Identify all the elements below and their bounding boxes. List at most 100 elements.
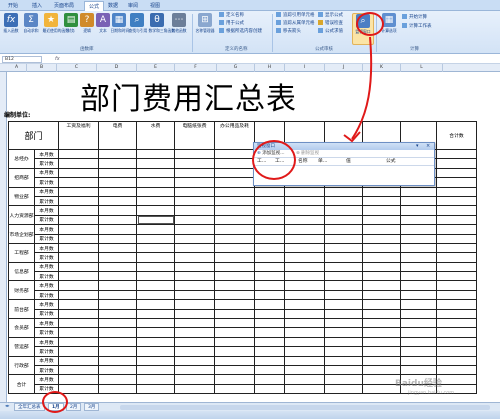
watch-col-formula[interactable]: 公式 bbox=[386, 158, 396, 166]
period-label[interactable]: 本月数 bbox=[34, 186, 59, 197]
data-cell[interactable] bbox=[136, 242, 175, 254]
data-cell[interactable] bbox=[284, 214, 325, 226]
data-cell[interactable] bbox=[58, 280, 99, 291]
data-cell[interactable] bbox=[254, 261, 285, 273]
data-cell[interactable] bbox=[324, 355, 363, 367]
create-from-selection-item[interactable]: 根据所选内容创建 bbox=[219, 28, 262, 35]
column-header[interactable]: C bbox=[57, 64, 97, 72]
column-header[interactable]: A bbox=[7, 64, 27, 72]
data-cell[interactable] bbox=[58, 364, 99, 376]
evaluate-formula-item[interactable]: 公式求值 bbox=[318, 28, 343, 35]
column-header[interactable]: I bbox=[285, 64, 325, 72]
period-label[interactable]: 本月数 bbox=[34, 318, 59, 329]
data-cell[interactable] bbox=[214, 364, 255, 376]
dropdown-icon[interactable]: ▾ bbox=[416, 143, 419, 150]
data-cell[interactable] bbox=[58, 242, 99, 254]
data-cell[interactable] bbox=[58, 299, 99, 310]
data-cell[interactable] bbox=[58, 318, 99, 329]
data-cell[interactable] bbox=[324, 374, 363, 385]
data-cell[interactable] bbox=[362, 271, 401, 282]
data-cell[interactable] bbox=[400, 224, 437, 235]
tab-view[interactable]: 视图 bbox=[146, 1, 164, 11]
data-cell[interactable] bbox=[436, 252, 477, 263]
dept-name[interactable]: 财务部 bbox=[8, 280, 35, 301]
data-cell[interactable] bbox=[436, 289, 477, 301]
dept-name[interactable]: 营运部 bbox=[8, 336, 35, 357]
data-cell[interactable] bbox=[98, 261, 137, 273]
data-cell[interactable] bbox=[284, 271, 325, 282]
dept-name[interactable]: 行政部 bbox=[8, 355, 35, 376]
period-label[interactable]: 累计数 bbox=[34, 364, 59, 376]
data-cell[interactable] bbox=[284, 280, 325, 291]
data-cell[interactable] bbox=[254, 374, 285, 385]
data-cell[interactable] bbox=[136, 261, 175, 273]
data-cell[interactable] bbox=[436, 346, 477, 357]
data-cell[interactable] bbox=[58, 346, 99, 357]
dept-name[interactable]: 信息部 bbox=[8, 261, 35, 282]
data-cell[interactable] bbox=[58, 148, 99, 160]
data-cell[interactable] bbox=[254, 271, 285, 282]
data-cell[interactable] bbox=[254, 327, 285, 338]
period-label[interactable]: 本月数 bbox=[34, 148, 59, 160]
data-cell[interactable] bbox=[324, 336, 363, 348]
data-cell[interactable] bbox=[214, 327, 255, 338]
data-cell[interactable] bbox=[436, 308, 477, 320]
data-cell[interactable] bbox=[400, 346, 437, 357]
data-cell[interactable] bbox=[98, 383, 137, 395]
data-cell[interactable] bbox=[174, 308, 215, 320]
data-cell[interactable] bbox=[400, 195, 437, 207]
data-cell[interactable] bbox=[174, 374, 215, 385]
period-label[interactable]: 本月数 bbox=[34, 336, 59, 348]
data-cell[interactable] bbox=[214, 205, 255, 216]
data-cell[interactable] bbox=[362, 195, 401, 207]
data-cell[interactable] bbox=[400, 318, 437, 329]
data-cell[interactable] bbox=[136, 224, 175, 235]
tab-review[interactable]: 审阅 bbox=[124, 1, 142, 11]
data-cell[interactable] bbox=[98, 233, 137, 244]
data-cell[interactable] bbox=[214, 214, 255, 226]
data-cell[interactable] bbox=[214, 242, 255, 254]
data-cell[interactable] bbox=[174, 355, 215, 367]
data-cell[interactable] bbox=[254, 224, 285, 235]
watch-col-cell[interactable]: 单... bbox=[318, 158, 327, 166]
data-cell[interactable] bbox=[436, 261, 477, 273]
period-label[interactable]: 本月数 bbox=[34, 280, 59, 291]
data-cell[interactable] bbox=[58, 186, 99, 197]
data-cell[interactable] bbox=[214, 271, 255, 282]
data-cell[interactable] bbox=[324, 195, 363, 207]
data-cell[interactable] bbox=[136, 177, 175, 188]
data-cell[interactable] bbox=[324, 252, 363, 263]
data-cell[interactable] bbox=[98, 158, 137, 169]
data-cell[interactable] bbox=[136, 214, 175, 226]
fx-label[interactable]: fx bbox=[55, 56, 60, 62]
scroll-tabs-icon[interactable]: ◂▸ bbox=[2, 403, 13, 411]
period-label[interactable]: 累计数 bbox=[34, 214, 59, 226]
data-cell[interactable] bbox=[58, 158, 99, 169]
calculate-sheet-item[interactable]: 计算工作表 bbox=[402, 23, 432, 30]
period-label[interactable]: 累计数 bbox=[34, 346, 59, 357]
math-button[interactable]: θ 数学和三角函数 bbox=[148, 13, 175, 45]
period-label[interactable]: 本月数 bbox=[34, 242, 59, 254]
data-cell[interactable] bbox=[58, 289, 99, 301]
period-label[interactable]: 本月数 bbox=[34, 224, 59, 235]
period-label[interactable]: 本月数 bbox=[34, 167, 59, 179]
error-checking-item[interactable]: 错误检查 bbox=[318, 20, 343, 27]
data-cell[interactable] bbox=[214, 252, 255, 263]
data-cell[interactable] bbox=[136, 205, 175, 216]
delete-watch-button[interactable]: ⊗ 删除监视 bbox=[296, 151, 319, 156]
data-cell[interactable] bbox=[98, 308, 137, 320]
data-cell[interactable] bbox=[214, 318, 255, 329]
period-label[interactable]: 本月数 bbox=[34, 205, 59, 216]
tab-data[interactable]: 数据 bbox=[104, 1, 122, 11]
data-cell[interactable] bbox=[98, 355, 137, 367]
column-header[interactable]: E bbox=[137, 64, 175, 72]
tab-formulas[interactable]: 公式 bbox=[84, 1, 105, 11]
data-cell[interactable] bbox=[136, 148, 175, 160]
data-cell[interactable] bbox=[400, 364, 437, 376]
data-cell[interactable] bbox=[436, 205, 477, 216]
data-cell[interactable] bbox=[324, 242, 363, 254]
data-cell[interactable] bbox=[362, 280, 401, 291]
data-cell[interactable] bbox=[58, 336, 99, 348]
dept-name[interactable]: 前台部 bbox=[8, 299, 35, 320]
tab-page-layout[interactable]: 页面布局 bbox=[50, 1, 78, 11]
